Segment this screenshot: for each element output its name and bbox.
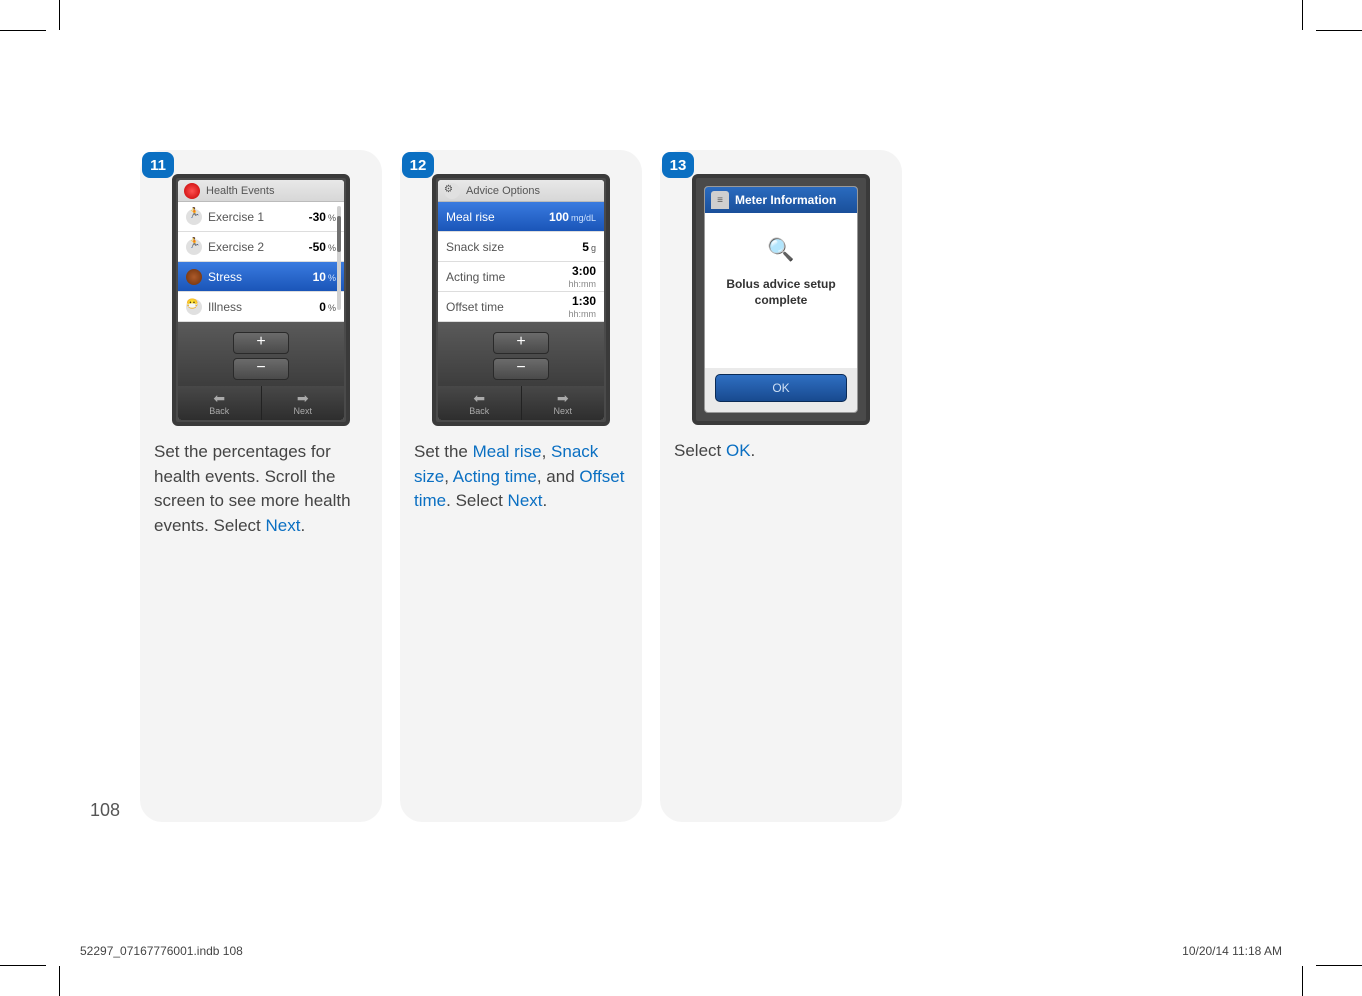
minus-button[interactable]: − [233,358,289,380]
list-item[interactable]: Stress 10% [178,262,344,292]
footer-file: 52297_07167776001.indb 108 [80,944,243,958]
stress-icon [186,269,202,285]
list-item[interactable]: Offset time 1:30hh:mm [438,292,604,322]
run-icon [186,209,202,225]
plus-button[interactable]: + [233,332,289,354]
device-screenshot: Advice Options Meal rise 100mg/dL Snack … [432,174,610,426]
screen-titlebar: Health Events [178,180,344,202]
next-button[interactable]: ➡ Next [522,386,605,420]
arrow-left-icon: ⬅ [213,391,225,405]
steps-row: 11 Health Events Exercise 1 -30% Exercis… [140,150,902,822]
stepper: + − [178,322,344,386]
next-label: Next [553,406,572,416]
row-label: Meal rise [446,210,495,224]
step-badge: 11 [142,152,174,178]
step-13: 13 ≡ Meter Information 🔍 Bolus advice se… [660,150,902,822]
gear-icon [444,183,460,199]
row-label: Acting time [446,270,505,284]
screen-title: Advice Options [466,185,540,197]
step-badge: 13 [662,152,694,178]
screen-title: Meter Information [735,193,836,207]
row-label: Exercise 1 [208,210,264,224]
plus-button[interactable]: + [493,332,549,354]
arrow-right-icon: ➡ [297,391,309,405]
list-item[interactable]: Snack size 5g [438,232,604,262]
info-message: Bolus advice setup complete [713,277,849,308]
step-caption: Set the percentages for health events. S… [154,440,368,539]
step-badge: 12 [402,152,434,178]
next-button[interactable]: ➡ Next [262,386,345,420]
step-12: 12 Advice Options Meal rise 100mg/dL Sna… [400,150,642,822]
run-icon [186,239,202,255]
list-item[interactable]: Illness 0% [178,292,344,322]
row-label: Offset time [446,300,504,314]
heart-icon [184,183,200,199]
back-label: Back [209,406,229,416]
back-label: Back [469,406,489,416]
list-item[interactable]: Meal rise 100mg/dL [438,202,604,232]
back-button[interactable]: ⬅ Back [178,386,261,420]
document-icon: ≡ [711,191,729,209]
list-item[interactable]: Acting time 3:00hh:mm [438,262,604,292]
stepper: + − [438,322,604,386]
list-item[interactable]: Exercise 1 -30% [178,202,344,232]
page-number: 108 [90,800,120,821]
device-screenshot: Health Events Exercise 1 -30% Exercise 2… [172,174,350,426]
step-caption: Select OK. [674,439,888,464]
next-label: Next [293,406,312,416]
scrollbar[interactable] [337,206,341,310]
step-caption: Set the Meal rise, Snack size, Acting ti… [414,440,628,514]
screen-title: Health Events [206,185,274,197]
row-label: Snack size [446,240,504,254]
list-item[interactable]: Exercise 2 -50% [178,232,344,262]
minus-button[interactable]: − [493,358,549,380]
ill-icon [186,299,202,315]
device-screenshot: ≡ Meter Information 🔍 Bolus advice setup… [692,174,870,425]
row-label: Exercise 2 [208,240,264,254]
screen-titlebar: ≡ Meter Information [705,187,857,213]
info-icon: 🔍 [713,237,849,263]
row-label: Stress [208,270,242,284]
row-label: Illness [208,300,242,314]
back-button[interactable]: ⬅ Back [438,386,521,420]
footer-datetime: 10/20/14 11:18 AM [1182,944,1282,958]
ok-button[interactable]: OK [715,374,847,402]
screen-titlebar: Advice Options [438,180,604,202]
arrow-right-icon: ➡ [557,391,569,405]
arrow-left-icon: ⬅ [473,391,485,405]
step-11: 11 Health Events Exercise 1 -30% Exercis… [140,150,382,822]
